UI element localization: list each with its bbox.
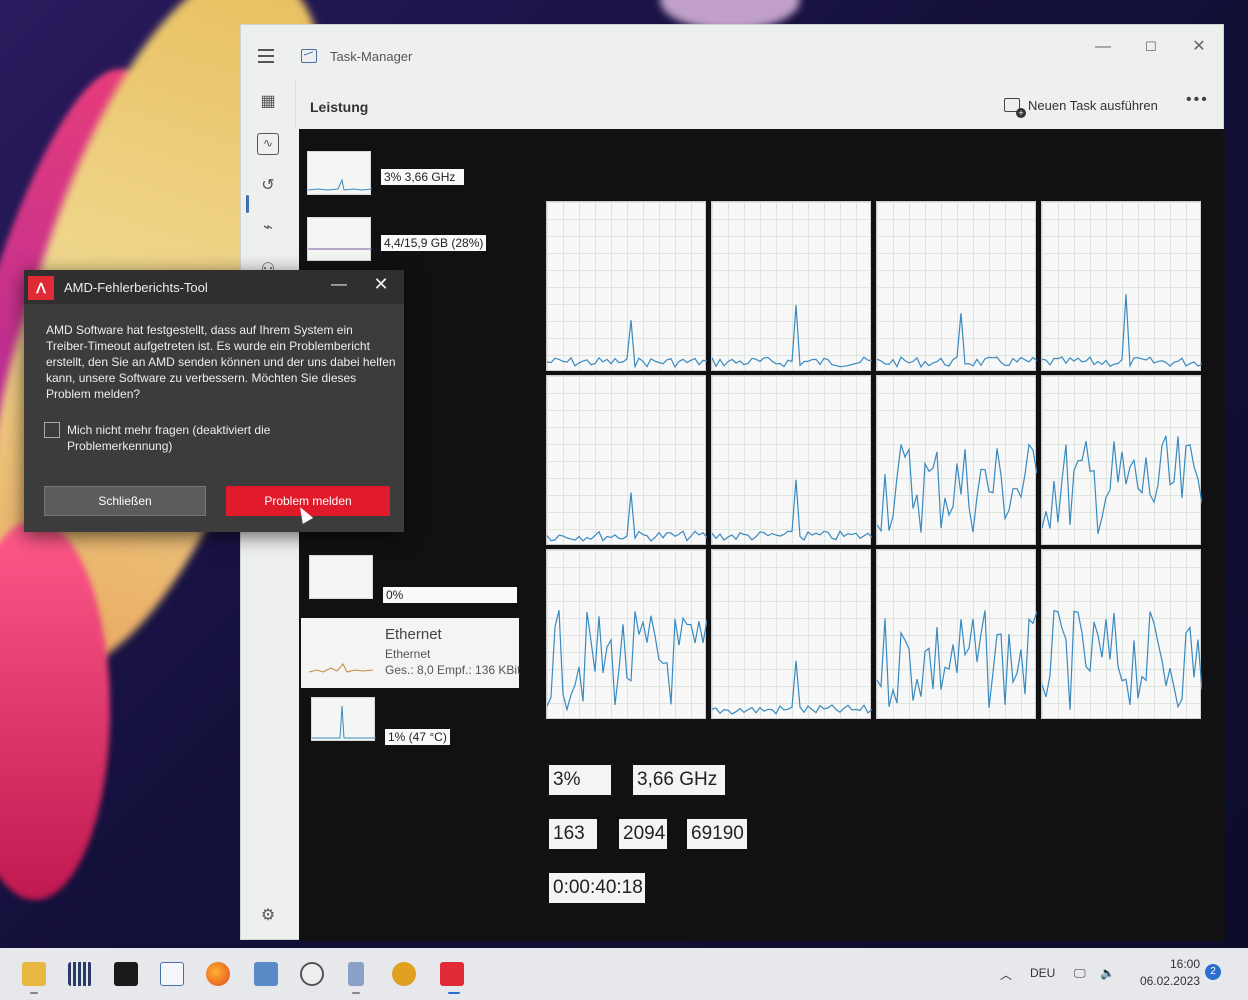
clock-time: 16:00 [1169,957,1200,971]
performance-icon[interactable]: ∿ [257,133,279,155]
dialog-message: AMD Software hat festgestellt, dass auf … [46,323,396,401]
taskbar: ︿ DEU 🖵 🔈 16:00 06.02.2023 2 [0,948,1248,1000]
ethernet-thumbnail [309,663,373,673]
dialog-title-bar: ꓥ AMD-Fehlerberichts-Tool — ✕ [24,270,404,304]
lambda-icon[interactable] [392,962,416,986]
ethernet-value: Ges.: 8,0 Empf.: 136 KBit [385,663,521,677]
new-task-button[interactable]: Neuen Task ausführen [1004,91,1158,119]
processes-icon[interactable]: ▦ [257,91,279,113]
perf-item-ethernet[interactable]: Ethernet Ethernet Ges.: 8,0 Empf.: 136 K… [301,618,521,688]
ethernet-subtitle: Ethernet [385,647,431,661]
cpu-core-graph [876,201,1037,371]
ethernet-title: Ethernet [385,626,442,643]
perf-item-memory[interactable]: 4,4/15,9 GB (28%) [307,215,507,265]
amd-icon[interactable] [440,962,464,986]
task-manager-icon [301,49,317,63]
gpu-value: 1% (47 °C) [385,729,450,745]
clock[interactable]: 16:00 06.02.2023 [1130,956,1200,990]
amd-error-report-dialog: ꓥ AMD-Fehlerberichts-Tool — ✕ AMD Softwa… [24,270,404,532]
cpu-speed-value: 3,66 GHz [633,765,725,795]
show-hidden-icons-chevron-icon[interactable]: ︿ [1000,966,1012,983]
dialog-title: AMD-Fehlerberichts-Tool [64,280,208,295]
memory-thumbnail [307,217,372,261]
cpu-core-graph [876,549,1037,719]
clock-date: 06.02.2023 [1139,974,1200,988]
memory-value: 4,4/15,9 GB (28%) [381,235,487,251]
cpu-core-graph [546,201,707,371]
cpu-thumbnail [307,151,373,195]
uptime-value: 0:00:40:18 [549,873,645,903]
disk-thumbnail [309,555,373,599]
hamburger-menu-icon[interactable] [258,49,274,63]
performance-content: 3% 3,66 GHz 4,4/15,9 GB (28%) 0% Etherne… [299,129,1225,941]
notification-badge[interactable]: 2 [1205,964,1221,980]
settings-gear-icon[interactable]: ⚙ [257,905,279,927]
more-options-icon[interactable]: ••• [1186,91,1209,109]
dont-ask-again-label: Mich nicht mehr fragen (deaktiviert die … [67,423,271,453]
benchmark-icon[interactable] [348,962,364,986]
equalizer-icon[interactable] [68,962,92,986]
maximize-button[interactable]: ☐ [1131,33,1171,61]
cpu-value: 3% 3,66 GHz [381,169,465,185]
cpu-core-graph [546,375,707,545]
dialog-minimize-button[interactable]: — [328,276,350,298]
page-header: Leistung Neuen Task ausführen ••• [295,81,1225,129]
cpu-core-graph [1041,549,1202,719]
close-dialog-button[interactable]: Schließen [44,486,206,516]
startup-apps-icon[interactable]: ⌁ [257,217,279,239]
perf-item-cpu[interactable]: 3% 3,66 GHz [307,149,467,199]
cpu-core-graph [546,549,707,719]
system-info-icon[interactable] [254,962,278,986]
gpu-thumbnail [311,697,376,741]
close-button[interactable]: ✕ [1179,33,1219,61]
dont-ask-again-checkbox[interactable] [44,422,60,438]
processes-value: 163 [549,819,597,849]
threads-value: 2094 [619,819,667,849]
dialog-close-button[interactable]: ✕ [370,274,392,298]
cpu-core-graph [876,375,1037,545]
selected-indicator [246,195,249,213]
file-explorer-icon[interactable] [22,962,46,986]
new-task-icon [1004,98,1026,118]
page-title: Leistung [310,99,369,115]
cpu-core-graphs [546,201,1206,721]
cpu-core-graph [1041,201,1202,371]
firefox-icon[interactable] [206,962,230,986]
cpu-core-graph [1041,375,1202,545]
clock-icon[interactable] [300,962,324,986]
handles-value: 69190 [687,819,747,849]
terminal-icon[interactable] [114,962,138,986]
network-icon[interactable]: 🖵 [1074,966,1086,981]
title-bar: Task-Manager — ☐ ✕ [241,25,1223,85]
cpu-core-graph [711,201,872,371]
performance-monitor-icon[interactable] [160,962,184,986]
cpu-core-graph [711,375,872,545]
minimize-button[interactable]: — [1083,33,1123,61]
perf-item-disk[interactable]: 0% [309,553,519,605]
window-title: Task-Manager [330,49,413,64]
perf-item-gpu[interactable]: 1% (47 °C) [311,695,471,747]
language-indicator[interactable]: DEU [1030,966,1055,980]
cpu-utilization-value: 3% [549,765,611,795]
amd-logo-icon: ꓥ [28,276,54,300]
volume-icon[interactable]: 🔈 [1100,966,1115,980]
disk-value: 0% [383,587,517,603]
cpu-core-graph [711,549,872,719]
app-history-icon[interactable]: ↺ [257,175,279,197]
new-task-label: Neuen Task ausführen [1028,97,1158,113]
